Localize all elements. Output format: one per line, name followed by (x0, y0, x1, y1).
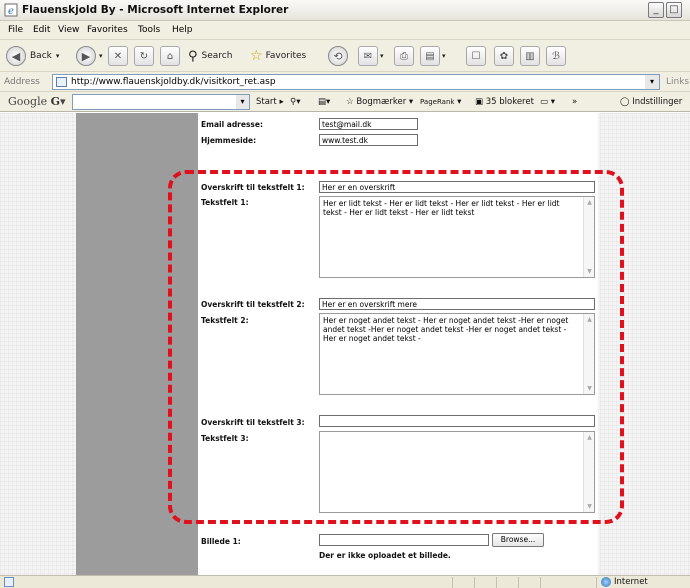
stop-button[interactable]: ✕ (108, 46, 128, 66)
browse-button[interactable]: Browse... (492, 533, 544, 547)
google-start-button[interactable]: Start ▸ (256, 97, 284, 107)
star-icon: ☆ (250, 48, 263, 64)
page-icon (56, 77, 67, 87)
standard-toolbar: ◀ Back ▾ ▶ ▾ ✕ ↻ ⌂ ⚲ Search ☆ Favorites … (0, 40, 690, 72)
menu-favorites[interactable]: Favorites (87, 25, 128, 35)
search-label: Search (201, 51, 233, 61)
edit-icon: ▤ (420, 46, 440, 66)
security-zone-label: Internet (614, 577, 648, 587)
settings-radio-icon: ◯ (620, 97, 630, 107)
window-title: Flauenskjold By - Microsoft Internet Exp… (22, 4, 289, 16)
address-url[interactable]: http://www.flauenskjoldby.dk/visitkort_r… (71, 77, 276, 87)
messenger-icon: ✿ (494, 46, 514, 66)
menu-edit[interactable]: Edit (33, 25, 50, 35)
edit-button[interactable]: ▤ ▾ (420, 46, 446, 66)
address-field[interactable]: http://www.flauenskjoldby.dk/visitkort_r… (52, 74, 660, 90)
maximize-button[interactable]: □ (666, 2, 682, 18)
back-arrow-icon: ◀ (6, 46, 26, 66)
forward-dropdown-icon[interactable]: ▾ (99, 52, 103, 60)
homepage-field[interactable]: www.test.dk (319, 134, 418, 146)
discuss-button[interactable]: ☐ (466, 46, 486, 66)
homepage-label: Hjemmeside: (201, 136, 257, 145)
email-field[interactable]: test@mail.dk (319, 118, 418, 130)
search-button[interactable]: ⚲ Search (188, 46, 232, 66)
messenger-button[interactable]: ✿ (494, 46, 514, 66)
refresh-icon: ↻ (134, 46, 154, 66)
google-popup-blocker[interactable]: ▣ 35 blokeret (475, 97, 534, 107)
image1-file-field[interactable] (319, 534, 489, 546)
bluetooth-button[interactable]: ℬ (546, 46, 566, 66)
search-icon: ⚲ (188, 48, 198, 64)
image-status-note: Der er ikke oploadet et billede. (319, 551, 451, 560)
favorites-label: Favorites (265, 51, 307, 61)
forward-button[interactable]: ▶ ▾ (76, 46, 103, 66)
discuss-icon: ☐ (466, 46, 486, 66)
google-logo[interactable]: Google G▾ (8, 95, 66, 108)
address-dropdown-icon[interactable]: ▾ (645, 75, 659, 89)
back-dropdown-icon[interactable]: ▾ (56, 52, 60, 60)
menu-bar: File Edit View Favorites Tools Help (0, 21, 690, 40)
ie-page-icon: e (4, 3, 18, 17)
print-icon: ⎙ (394, 46, 414, 66)
google-settings-button[interactable]: ◯ Indstillinger (620, 97, 682, 107)
popup-blocker-icon: ▣ (475, 97, 484, 107)
favorites-button[interactable]: ☆ Favorites (250, 46, 306, 66)
history-icon: ⟲ (328, 46, 348, 66)
menu-file[interactable]: File (8, 25, 23, 35)
minimize-button[interactable]: _ (648, 2, 664, 18)
back-label: Back (30, 51, 52, 61)
menu-view[interactable]: View (58, 25, 79, 35)
google-toolbar: Google G▾ ▾ Start ▸ ⚲▾ ▤▾ ☆ Bogmærker ▾ … (0, 92, 690, 112)
research-icon: ▥ (520, 46, 540, 66)
google-bookmarks-button[interactable]: ☆ Bogmærker ▾ (346, 97, 413, 107)
google-highlight-button[interactable]: ▭ ▾ (540, 97, 555, 107)
back-button[interactable]: ◀ Back ▾ (6, 46, 59, 66)
print-button[interactable]: ⎙ (394, 46, 414, 66)
title-bar: e Flauenskjold By - Microsoft Internet E… (0, 0, 690, 21)
svg-text:e: e (8, 6, 14, 17)
google-news-icon[interactable]: ▤▾ (318, 97, 330, 107)
highlight-dashed-box (168, 170, 624, 524)
image1-label: Billede 1: (201, 537, 241, 546)
status-bar: Internet (0, 575, 690, 588)
internet-zone-icon (601, 577, 611, 587)
google-pagerank-button[interactable]: PageRank ▾ (420, 97, 461, 107)
forward-arrow-icon: ▶ (76, 46, 96, 66)
google-search-dropdown-icon[interactable]: ▾ (236, 95, 249, 109)
stop-icon: ✕ (108, 46, 128, 66)
bookmark-star-icon: ☆ (346, 97, 354, 107)
menu-help[interactable]: Help (172, 25, 193, 35)
email-label: Email adresse: (201, 120, 263, 129)
google-site-search-icon[interactable]: ⚲▾ (290, 97, 301, 107)
home-button[interactable]: ⌂ (160, 46, 180, 66)
address-label: Address (4, 77, 40, 87)
links-button[interactable]: Links (666, 77, 689, 87)
menu-tools[interactable]: Tools (138, 25, 160, 35)
google-more-chevron-icon[interactable]: » (572, 97, 577, 107)
mail-button[interactable]: ✉ ▾ (358, 46, 384, 66)
home-icon: ⌂ (160, 46, 180, 66)
mail-icon: ✉ (358, 46, 378, 66)
address-bar: Address http://www.flauenskjoldby.dk/vis… (0, 72, 690, 92)
bluetooth-icon: ℬ (546, 46, 566, 66)
research-button[interactable]: ▥ (520, 46, 540, 66)
refresh-button[interactable]: ↻ (134, 46, 154, 66)
history-button[interactable]: ⟲ (328, 46, 348, 66)
page-status-icon (4, 577, 14, 587)
google-search-input[interactable]: ▾ (72, 94, 250, 110)
